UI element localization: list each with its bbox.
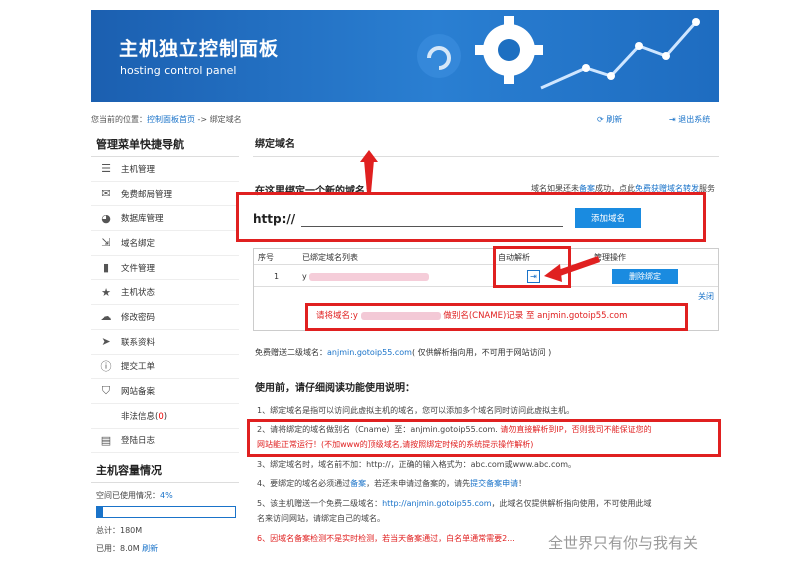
watermark: 全世界只有你与我有关 (548, 534, 699, 552)
annotation-arrows (360, 150, 600, 282)
